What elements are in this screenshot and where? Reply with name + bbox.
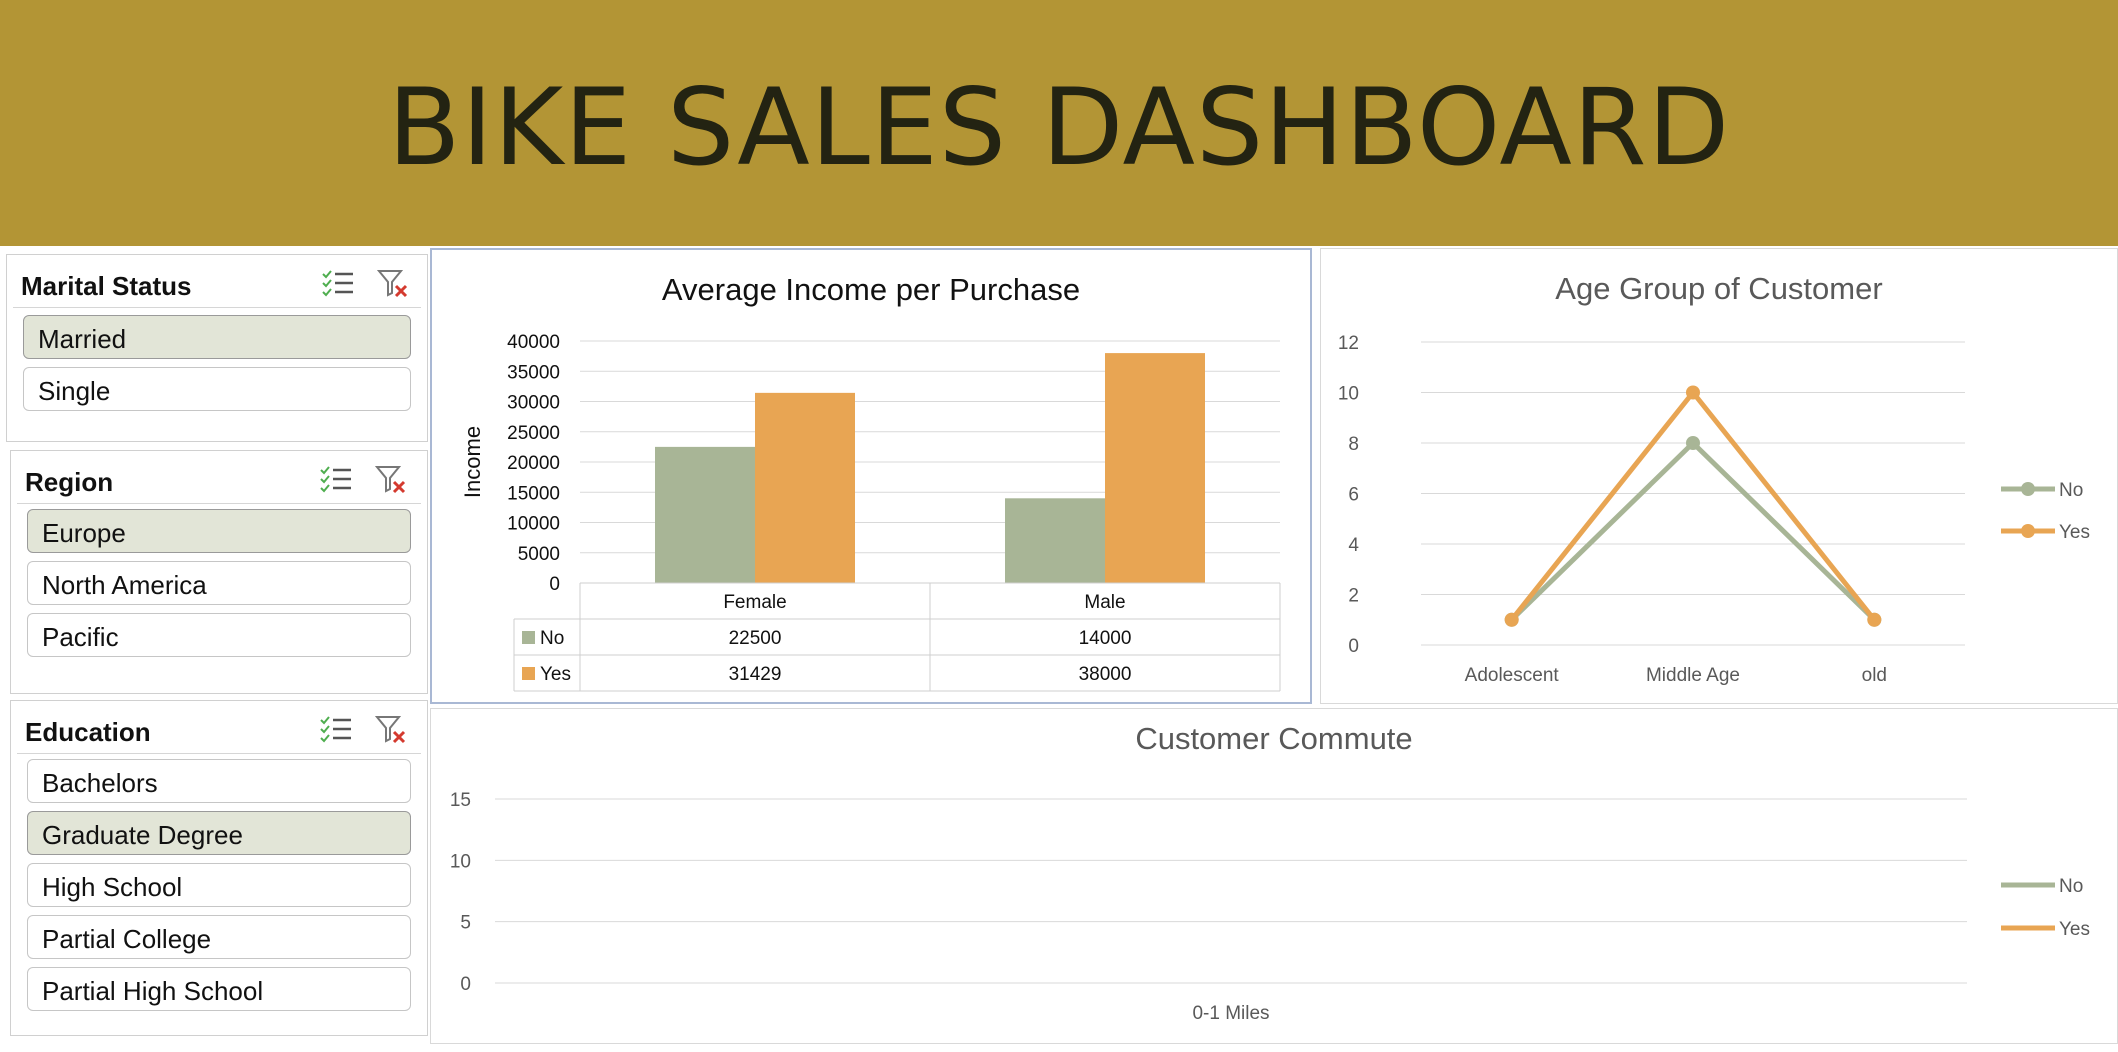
data-point-no bbox=[1686, 436, 1700, 450]
slicer-item[interactable]: Married bbox=[23, 315, 411, 359]
slicer-header: Region bbox=[17, 451, 421, 504]
y-tick-label: 0 bbox=[1348, 636, 1359, 657]
legend-label: Yes bbox=[540, 664, 571, 685]
data-table-value: 38000 bbox=[1079, 664, 1132, 685]
slicer-item-label: Married bbox=[38, 324, 127, 354]
header-banner: BIKE SALES DASHBOARD bbox=[0, 0, 2118, 246]
x-tick-label: Adolescent bbox=[1465, 665, 1560, 686]
y-tick-label: 15 bbox=[450, 790, 471, 811]
data-table-value: 22500 bbox=[729, 628, 782, 649]
y-tick-label: 30000 bbox=[507, 393, 560, 414]
y-tick-label: 10 bbox=[1338, 384, 1359, 405]
x-tick-label: 0-1 Miles bbox=[1192, 1003, 1269, 1024]
x-tick-label: Middle Age bbox=[1646, 665, 1740, 686]
legend-key-yes bbox=[522, 667, 535, 680]
slicer-item-label: Single bbox=[38, 376, 111, 406]
slicer-item[interactable]: Bachelors bbox=[27, 759, 411, 803]
x-tick-label: old bbox=[1862, 665, 1887, 686]
y-tick-label: 12 bbox=[1338, 333, 1359, 354]
legend-marker-no bbox=[2021, 482, 2035, 496]
average-income-chart[interactable]: Average Income per Purchase Income 0 5000 10… bbox=[430, 248, 1312, 704]
legend-key-no bbox=[522, 631, 535, 644]
slicer-item-label: Europe bbox=[42, 518, 126, 548]
bar-no bbox=[655, 446, 755, 583]
y-tick-label: 6 bbox=[1348, 485, 1359, 506]
slicer-item[interactable]: North America bbox=[27, 561, 411, 605]
slicer-item[interactable]: Single bbox=[23, 367, 411, 411]
slicer-item-label: Partial College bbox=[42, 924, 212, 954]
legend-label: Yes bbox=[2059, 522, 2090, 543]
slicer-item-label: High School bbox=[42, 872, 183, 902]
bar-yes bbox=[1105, 353, 1205, 583]
y-tick-label: 8 bbox=[1348, 434, 1359, 455]
slicer-header: Marital Status bbox=[13, 255, 421, 308]
y-tick-label: 5000 bbox=[518, 544, 560, 565]
slicer-item[interactable]: Partial High School bbox=[27, 967, 411, 1011]
slicer-item[interactable]: Europe bbox=[27, 509, 411, 553]
y-tick-label: 15000 bbox=[507, 483, 560, 504]
y-tick-label: 40000 bbox=[507, 332, 560, 353]
x-tick-label: Male bbox=[1084, 592, 1125, 613]
y-tick-label: 2 bbox=[1348, 586, 1359, 607]
chart-title: Age Group of Customer bbox=[1555, 271, 1882, 306]
y-tick-label: 0 bbox=[549, 574, 560, 595]
slicer-title: Marital Status bbox=[21, 271, 192, 301]
y-tick-label: 35000 bbox=[507, 362, 560, 383]
y-tick-label: 5 bbox=[460, 913, 471, 934]
slicer-marital-status: Marital Status Married Single bbox=[6, 254, 428, 442]
slicer-item[interactable]: High School bbox=[27, 863, 411, 907]
data-table-value: 14000 bbox=[1079, 628, 1132, 649]
customer-commute-chart-svg: Customer Commute 0 5 10 15 0-1 Miles No Yes bbox=[450, 721, 2090, 1024]
multi-select-icon[interactable] bbox=[319, 465, 353, 493]
slicer-region: Region Europe North America Pacific bbox=[10, 450, 428, 694]
slicer-item[interactable]: Partial College bbox=[27, 915, 411, 959]
legend-label: No bbox=[2059, 480, 2083, 501]
slicer-item[interactable]: Graduate Degree bbox=[27, 811, 411, 855]
slicer-item-label: North America bbox=[42, 570, 207, 600]
y-tick-label: 10000 bbox=[507, 514, 560, 535]
age-group-chart[interactable]: Age Group of Customer 0 2 4 6 8 10 12 Adolescent… bbox=[1320, 248, 2118, 704]
series-line-no bbox=[1509, 440, 1877, 622]
clear-filter-icon[interactable] bbox=[375, 713, 407, 745]
customer-commute-chart[interactable]: Customer Commute 0 5 10 15 0-1 Miles No Yes bbox=[430, 708, 2118, 1044]
y-tick-label: 0 bbox=[460, 974, 471, 995]
y-tick-label: 10 bbox=[450, 851, 471, 872]
y-tick-label: 20000 bbox=[507, 453, 560, 474]
legend-marker-yes bbox=[2021, 524, 2035, 538]
slicer-item-label: Partial High School bbox=[42, 976, 264, 1006]
chart-title: Average Income per Purchase bbox=[662, 272, 1080, 307]
multi-select-icon[interactable] bbox=[321, 269, 355, 297]
slicer-education: Education Bachelors Graduate Degree High… bbox=[10, 700, 428, 1036]
legend-label: No bbox=[2059, 876, 2083, 897]
y-tick-label: 4 bbox=[1348, 535, 1359, 556]
average-income-chart-svg: Average Income per Purchase Income 0 5000 10… bbox=[460, 272, 1281, 692]
slicer-title: Education bbox=[25, 717, 151, 747]
y-axis-label: Income bbox=[460, 426, 485, 498]
chart-title: Customer Commute bbox=[1135, 721, 1412, 756]
slicer-item-label: Pacific bbox=[42, 622, 119, 652]
y-tick-label: 25000 bbox=[507, 423, 560, 444]
slicer-title: Region bbox=[25, 467, 114, 497]
data-point-yes bbox=[1504, 612, 1519, 627]
slicer-item[interactable]: Pacific bbox=[27, 613, 411, 657]
age-group-chart-svg: Age Group of Customer 0 2 4 6 8 10 12 Adolescent… bbox=[1338, 271, 2090, 686]
multi-select-icon[interactable] bbox=[319, 715, 353, 743]
x-tick-label: Female bbox=[723, 592, 786, 613]
slicer-item-label: Graduate Degree bbox=[42, 820, 243, 850]
legend-label: No bbox=[540, 628, 564, 649]
dashboard-title: BIKE SALES DASHBOARD bbox=[387, 66, 1731, 189]
bar-yes bbox=[755, 392, 855, 583]
clear-filter-icon[interactable] bbox=[375, 463, 407, 495]
slicer-item-label: Bachelors bbox=[42, 768, 158, 798]
slicer-header: Education bbox=[17, 701, 421, 754]
data-point-yes bbox=[1686, 385, 1700, 400]
series-line-yes bbox=[1509, 390, 1877, 622]
data-table-value: 31429 bbox=[729, 664, 782, 685]
legend-label: Yes bbox=[2059, 919, 2090, 940]
clear-filter-icon[interactable] bbox=[377, 267, 409, 299]
bar-no bbox=[1005, 498, 1105, 583]
data-point-yes bbox=[1867, 612, 1882, 627]
